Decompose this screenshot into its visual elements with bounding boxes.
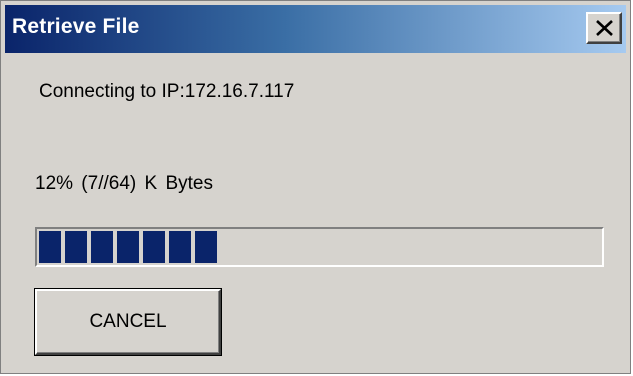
progress-bar-fill [39, 231, 217, 263]
progress-status-text: 12% (7//64) K Bytes [35, 173, 213, 194]
connection-status-text: Connecting to IP:172.16.7.117 [39, 81, 295, 102]
retrieve-file-dialog: Retrieve File Connecting to IP:172.16.7.… [0, 0, 631, 374]
cancel-button-label: CANCEL [89, 311, 167, 332]
close-button[interactable] [586, 12, 622, 44]
progress-bar [35, 227, 604, 267]
close-icon [596, 20, 613, 36]
cancel-button[interactable]: CANCEL [34, 288, 222, 356]
window-title: Retrieve File [12, 15, 140, 38]
title-bar[interactable]: Retrieve File [5, 5, 626, 53]
